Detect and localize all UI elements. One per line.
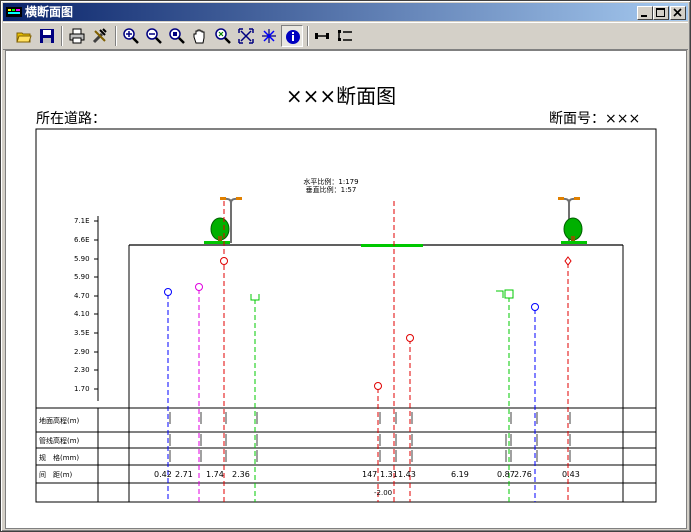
elev-7: 3.5E	[74, 329, 90, 337]
close-button[interactable]	[670, 6, 686, 20]
minimize-button[interactable]	[637, 6, 653, 20]
info-button[interactable]	[281, 25, 303, 47]
pipe-symbol-magenta	[195, 283, 203, 291]
elevation-ticks	[94, 216, 99, 401]
spacing-4: 2.36	[232, 470, 250, 479]
maximize-icon	[656, 8, 665, 17]
elev-6: 4.10	[74, 310, 90, 318]
road-label: 所在道路：	[36, 111, 106, 127]
elev-1: 7.1E	[74, 217, 90, 225]
row-label-pipe: 管线高程(m)	[39, 436, 80, 445]
elev-2: 6.6E	[74, 236, 90, 244]
zoom-window-button[interactable]	[166, 25, 188, 47]
pipe-symbol-green-left	[250, 294, 260, 301]
line-style-button[interactable]	[311, 25, 333, 47]
elev-4: 5.90	[74, 273, 90, 281]
line-style-icon	[315, 33, 329, 39]
spacing-3: 1.74	[206, 470, 224, 479]
pipe-symbols	[164, 256, 572, 390]
pipe-symbol-blue-left	[164, 288, 172, 296]
print-icon	[69, 28, 85, 44]
open-button[interactable]	[13, 25, 35, 47]
spacing-11: 0.43	[562, 470, 580, 479]
spacing-7: 1.43	[398, 470, 416, 479]
toolbar-separator	[61, 26, 63, 46]
zoom-realtime-icon	[215, 28, 231, 44]
cross-section-drawing: ×××断面图 所在道路： 断面号：××× 水平比例：1:179 垂直比例：1:5…	[35, 84, 657, 503]
save-icon	[40, 29, 54, 43]
zoom-previous-button[interactable]	[258, 25, 280, 47]
elev-10: 1.70	[74, 385, 90, 393]
spacing-1: 0.42	[154, 470, 172, 479]
section-label: 断面号：×××	[549, 111, 640, 127]
section-boundary-lines	[128, 245, 624, 502]
info-icon	[286, 30, 300, 44]
elev-3: 5.90	[74, 255, 90, 263]
list-button[interactable]	[334, 25, 356, 47]
row-label-spec: 规 格(mm)	[39, 453, 79, 462]
zoom-previous-icon	[262, 29, 276, 43]
drawing-title: ×××断面图	[286, 84, 396, 108]
toolbar	[3, 22, 688, 50]
drawing-canvas[interactable]: ×××断面图 所在道路： 断面号：××× 水平比例：1:179 垂直比例：1:5…	[5, 50, 687, 529]
elev-8: 2.90	[74, 348, 90, 356]
median-strip	[361, 244, 423, 247]
pipe-symbol-red-left	[220, 257, 228, 265]
elev-5: 4.70	[74, 292, 90, 300]
pipe-symbol-green-right	[496, 289, 514, 299]
pipe-symbol-red-center	[406, 334, 414, 342]
row-label-ground: 地面高程(m)	[39, 416, 80, 425]
spacing-8: 6.19	[451, 470, 469, 479]
close-icon	[673, 8, 682, 17]
zoom-out-icon	[146, 28, 162, 44]
toolbar-separator	[307, 26, 309, 46]
zoom-in-icon	[123, 28, 139, 44]
spacing-2: 2.71	[175, 470, 193, 479]
title-bar[interactable]: 横断面图	[3, 3, 688, 21]
spacing-9: 0.87	[497, 470, 515, 479]
elev-9: 2.30	[74, 366, 90, 374]
pan-button[interactable]	[189, 25, 211, 47]
spacing-values: 0.42 2.71 1.74 2.36 147 1.31 1.43 6.19 0…	[154, 470, 580, 479]
pipe-symbol-red-small	[374, 382, 382, 390]
maximize-button[interactable]	[653, 6, 669, 20]
zoom-realtime-button[interactable]	[212, 25, 234, 47]
zoom-out-button[interactable]	[143, 25, 165, 47]
pan-hand-icon	[193, 29, 205, 44]
open-icon	[16, 32, 32, 43]
scale-vertical: 垂直比例：1:57	[306, 185, 357, 194]
zoom-window-icon	[169, 28, 185, 44]
spacing-10: 2.76	[514, 470, 532, 479]
window-title: 横断面图	[25, 5, 74, 19]
pipe-symbol-red-right	[564, 256, 572, 266]
elevation-labels: 7.1E 6.6E 5.90 5.90 4.70 4.10 3.5E 2.90 …	[74, 217, 90, 393]
toolbar-separator	[115, 26, 117, 46]
zoom-extents-icon	[238, 28, 254, 44]
pipe-symbol-blue-right	[531, 303, 539, 311]
list-icon	[338, 30, 352, 41]
spacing-5: 147	[362, 470, 377, 479]
app-window: 横断面图 ×××断面图 所在道路： 断面号：××× 水平比例：1:179 垂直比…	[0, 0, 691, 532]
bottom-elevation: -2.00	[374, 489, 392, 497]
app-icon	[6, 7, 22, 17]
save-button[interactable]	[36, 25, 58, 47]
print-button[interactable]	[66, 25, 88, 47]
row-label-spacing: 间 距(m)	[39, 471, 73, 479]
zoom-extents-button[interactable]	[235, 25, 257, 47]
table-cell-markers	[169, 412, 571, 462]
settings-icon	[92, 28, 107, 44]
minimize-icon	[641, 15, 647, 17]
street-lamp-left	[204, 197, 242, 244]
settings-button[interactable]	[89, 25, 111, 47]
zoom-in-button[interactable]	[120, 25, 142, 47]
street-lamp-right	[558, 197, 587, 244]
scale-horizontal: 水平比例：1:179	[303, 177, 358, 186]
spacing-6: 1.31	[380, 470, 398, 479]
